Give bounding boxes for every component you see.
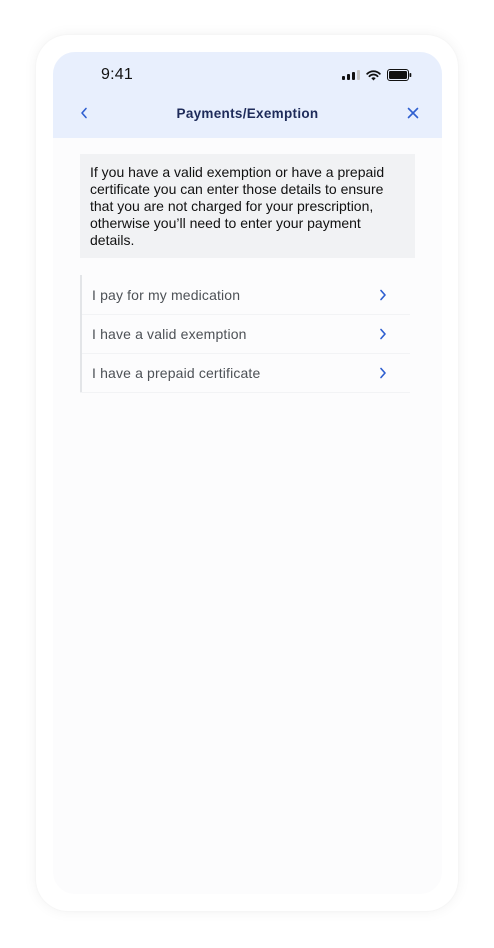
option-label: I have a valid exemption <box>92 325 247 342</box>
navigation-bar: Payments/Exemption <box>53 100 442 128</box>
option-prepaid-certificate[interactable]: I have a prepaid certificate <box>80 353 410 392</box>
page-title: Payments/Exemption <box>176 106 319 121</box>
status-time: 9:41 <box>101 66 133 83</box>
chevron-right-icon <box>380 289 386 301</box>
info-box: If you have a valid exemption or have a … <box>80 154 415 258</box>
battery-icon <box>387 69 412 81</box>
close-icon <box>407 107 419 119</box>
chevron-right-icon <box>380 367 386 379</box>
header-area: 9:41 Payments/Exemption <box>53 52 442 138</box>
info-text: If you have a valid exemption or have a … <box>90 164 385 248</box>
chevron-right-icon <box>380 328 386 340</box>
wifi-icon <box>366 69 381 80</box>
option-valid-exemption[interactable]: I have a valid exemption <box>80 314 410 353</box>
option-label: I have a prepaid certificate <box>92 364 261 381</box>
close-button[interactable] <box>404 104 422 122</box>
cellular-signal-icon <box>342 70 360 80</box>
option-pay-for-medication[interactable]: I pay for my medication <box>80 275 410 314</box>
payment-options-list: I pay for my medication I have a valid e… <box>80 275 410 392</box>
option-label: I pay for my medication <box>92 286 241 303</box>
status-icons <box>342 69 412 81</box>
phone-screen: 9:41 Payments/Exemption If you have a va… <box>53 52 442 894</box>
